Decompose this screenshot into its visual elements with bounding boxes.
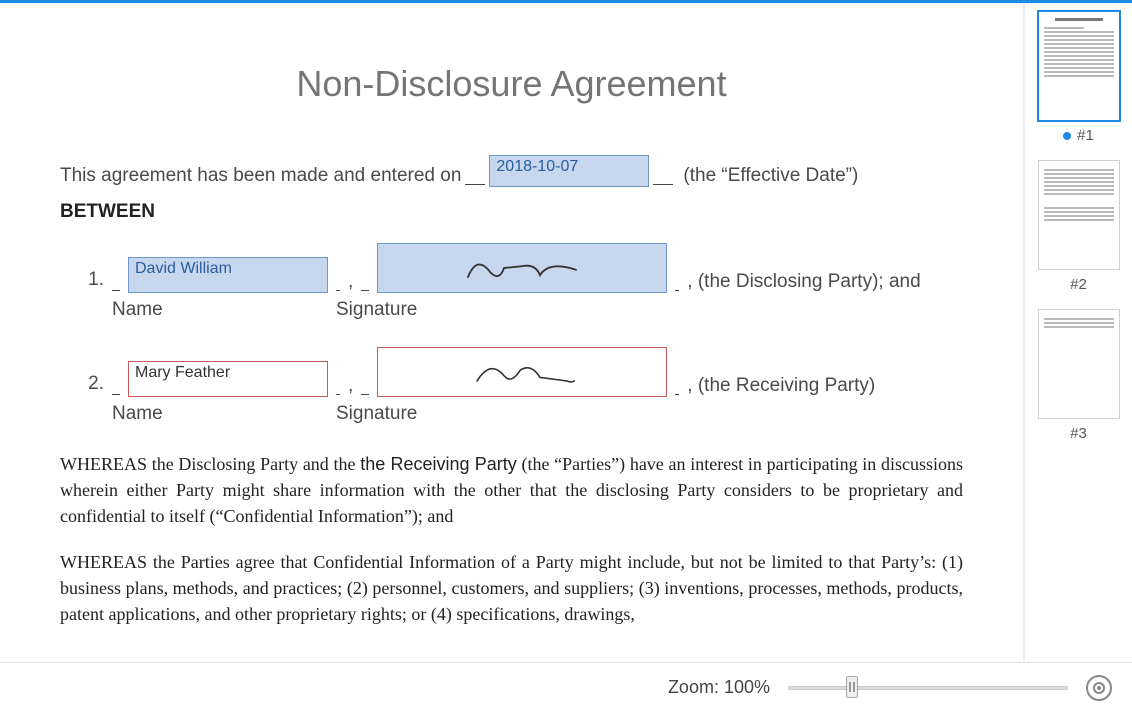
party-1-role: , (the Disclosing Party); and xyxy=(687,271,920,293)
party-2-name-field[interactable]: Mary Feather xyxy=(128,361,328,397)
signature-icon xyxy=(450,354,594,390)
party-row-1: 1. David William , , (the Disclosing Par… xyxy=(80,243,963,293)
effective-date-field[interactable]: 2018-10-07 xyxy=(489,155,649,187)
underline xyxy=(465,163,485,185)
underline xyxy=(361,373,369,395)
zoom-slider[interactable] xyxy=(788,680,1068,696)
party-2-labels: Name Signature xyxy=(112,403,963,425)
page-thumbnail-2[interactable] xyxy=(1038,160,1120,270)
party-1-name-label: Name xyxy=(112,299,328,321)
thumbnail-3-label: #3 xyxy=(1070,425,1087,442)
underline xyxy=(336,373,340,395)
body-paragraph-2: WHEREAS the Parties agree that Confident… xyxy=(60,549,963,627)
zoom-slider-thumb[interactable] xyxy=(846,676,858,698)
party-row-2: 2. Mary Feather , , (the Receiving Party… xyxy=(80,347,963,397)
zoom-label: Zoom: 100% xyxy=(668,677,770,698)
party-1-name-field[interactable]: David William xyxy=(128,257,328,293)
underline xyxy=(336,269,340,291)
thumbnail-2-label-text: #2 xyxy=(1070,276,1087,293)
party-1-signature-field[interactable] xyxy=(377,243,667,293)
party-1-number: 1. xyxy=(80,269,104,291)
party-2-signature-field[interactable] xyxy=(377,347,667,397)
party-2-name-value: Mary Feather xyxy=(135,364,230,382)
thumbnail-1-label-text: #1 xyxy=(1077,127,1094,144)
document-page-1: Non-Disclosure Agreement This agreement … xyxy=(0,3,1023,662)
active-page-dot-icon xyxy=(1063,132,1071,140)
main-area: Non-Disclosure Agreement This agreement … xyxy=(0,3,1132,662)
body-p1-b: the Receiving Party xyxy=(360,454,517,474)
zoom-slider-track xyxy=(788,686,1068,690)
party-2-role: , (the Receiving Party) xyxy=(687,375,875,397)
document-scroll-area[interactable]: Non-Disclosure Agreement This agreement … xyxy=(0,3,1024,662)
party-1-labels: Name Signature xyxy=(112,299,963,321)
target-icon xyxy=(1093,682,1105,694)
intro-line: This agreement has been made and entered… xyxy=(60,155,963,187)
comma: , xyxy=(348,271,353,293)
signature-icon xyxy=(450,250,594,286)
thumbnail-2-label: #2 xyxy=(1070,276,1087,293)
comma: , xyxy=(348,375,353,397)
intro-text-before: This agreement has been made and entered… xyxy=(60,165,461,187)
party-2-name-label: Name xyxy=(112,403,328,425)
body-p1-a: WHEREAS the Disclosing Party and the xyxy=(60,454,360,474)
thumbnail-3-label-text: #3 xyxy=(1070,425,1087,442)
party-1-name-value: David William xyxy=(135,260,232,278)
fit-to-screen-button[interactable] xyxy=(1086,675,1112,701)
intro-text-after: (the “Effective Date”) xyxy=(683,165,858,187)
party-2-sig-label: Signature xyxy=(336,403,417,425)
thumbnail-sidebar: #1 #2 #3 xyxy=(1024,3,1132,662)
underline xyxy=(112,269,120,291)
body-paragraph-1: WHEREAS the Disclosing Party and the the… xyxy=(60,451,963,529)
party-1-sig-label: Signature xyxy=(336,299,417,321)
underline xyxy=(653,163,673,185)
footer-bar: Zoom: 100% xyxy=(0,662,1132,712)
underline xyxy=(112,373,120,395)
between-label: BETWEEN xyxy=(60,201,963,223)
page-thumbnail-3[interactable] xyxy=(1038,309,1120,419)
party-2-number: 2. xyxy=(80,373,104,395)
page-thumbnail-1[interactable] xyxy=(1038,11,1120,121)
effective-date-value: 2018-10-07 xyxy=(496,158,578,176)
document-title: Non-Disclosure Agreement xyxy=(60,63,963,105)
underline xyxy=(675,373,679,395)
app-root: Non-Disclosure Agreement This agreement … xyxy=(0,0,1132,712)
thumbnail-1-label: #1 xyxy=(1063,127,1094,144)
underline xyxy=(675,269,679,291)
underline xyxy=(361,269,369,291)
